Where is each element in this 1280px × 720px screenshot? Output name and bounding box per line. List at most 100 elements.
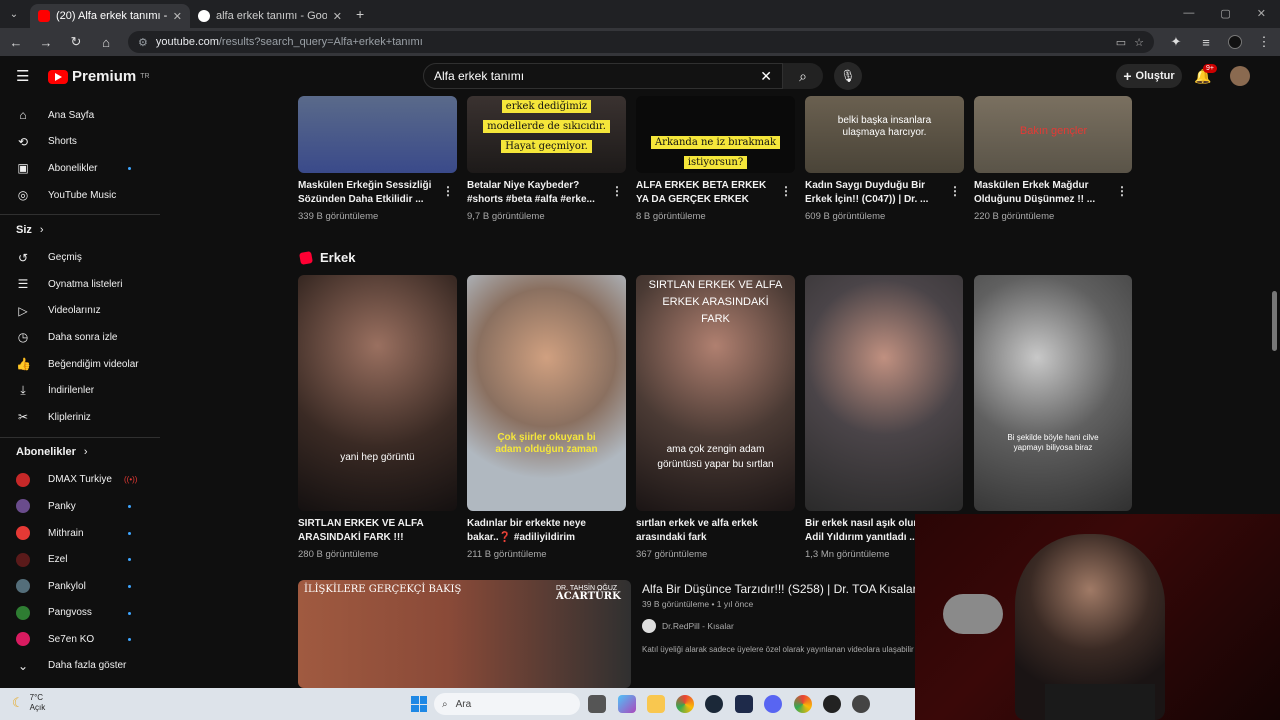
profile-avatar[interactable] (1228, 35, 1242, 49)
maximize-icon[interactable]: ▢ (1220, 7, 1230, 20)
start-button[interactable] (411, 696, 427, 712)
steam-icon[interactable] (705, 695, 723, 713)
voice-search-button[interactable]: 🎙 (834, 62, 862, 90)
sidebar-item-clips[interactable]: ✂ Klipleriniz (0, 404, 160, 431)
short-thumbnail[interactable]: SIRTLAN ERKEK VE ALFA ERKEK ARASINDAKİ F… (636, 275, 795, 511)
taskbar-search[interactable]: ⌕ Ara (434, 693, 580, 715)
task-view-icon[interactable] (588, 695, 606, 713)
discord-icon[interactable] (764, 695, 782, 713)
more-options-icon[interactable]: ⋮ (442, 184, 454, 198)
home-icon[interactable]: ⌂ (98, 35, 114, 50)
short-thumbnail[interactable]: belki başka insanlara ulaşmaya harcıyor. (805, 96, 964, 173)
clear-search-icon[interactable]: ✕ (760, 68, 772, 85)
hamburger-menu-icon[interactable]: ☰ (16, 67, 29, 85)
close-icon[interactable]: ✕ (173, 10, 182, 23)
tab-youtube[interactable]: (20) Alfa erkek tanımı - YouTube ✕ (30, 4, 190, 28)
sidebar-sub-panky[interactable]: Panky (0, 493, 160, 520)
youtube-logo[interactable]: Premium TR (48, 68, 150, 85)
video-title[interactable]: Alfa Bir Düşünce Tarzıdır!!! (S258) | Dr… (642, 582, 917, 596)
video-title[interactable]: Kadınlar bir erkekte neye bakar..❓ #adili… (467, 517, 586, 545)
notification-count-badge: 9+ (1203, 64, 1217, 73)
more-options-icon[interactable]: ⋮ (949, 184, 961, 198)
sidebar-you-header[interactable]: Siz › (0, 214, 160, 244)
sidebar-subscriptions-header[interactable]: Abonelikler › (0, 436, 160, 467)
tab-search-button[interactable]: ⌄ (4, 9, 24, 20)
sidebar-sub-dmax[interactable]: DMAX Turkiye ((•)) (0, 467, 160, 494)
search-button[interactable]: ⌕ (783, 63, 823, 89)
minimize-icon[interactable]: — (1183, 7, 1194, 20)
chrome-icon[interactable] (676, 695, 694, 713)
short-thumbnail[interactable] (298, 96, 457, 173)
sidebar-item-music[interactable]: ◎ YouTube Music (0, 182, 160, 209)
bookmark-star-icon[interactable]: ☆ (1134, 36, 1144, 49)
thumb-overlay-text: İLİŞKİLERE GERÇEKÇİ BAKIŞ (304, 584, 462, 595)
sidebar-item-playlists[interactable]: ☰ Oynatma listeleri (0, 271, 160, 298)
sidebar-item-home[interactable]: ⌂ Ana Sayfa (0, 102, 160, 129)
obs-icon[interactable] (823, 695, 841, 713)
copilot-icon[interactable] (618, 695, 636, 713)
search-input[interactable] (434, 69, 755, 83)
sidebar-show-more[interactable]: ⌄ Daha fazla göster (0, 653, 160, 680)
sidebar-sub-ezel[interactable]: Ezel (0, 546, 160, 573)
video-title[interactable]: ALFA ERKEK BETA ERKEK YA DA GERÇEK ERKEK (636, 179, 766, 207)
new-content-dot (128, 558, 131, 562)
more-options-icon[interactable]: ⋮ (611, 184, 623, 198)
app-icon[interactable] (852, 695, 870, 713)
sidebar-item-subscriptions[interactable]: ▣ Abonelikler (0, 155, 160, 182)
new-tab-button[interactable]: + (356, 6, 364, 22)
short-thumbnail[interactable]: yani hep görüntü (298, 275, 457, 511)
scrollbar-thumb[interactable] (1272, 291, 1277, 351)
site-info-icon[interactable]: ⚙ (138, 36, 148, 49)
short-thumbnail[interactable]: Bakın gençler (974, 96, 1132, 173)
chrome-active-icon[interactable] (794, 695, 812, 713)
short-thumbnail[interactable] (805, 275, 963, 511)
video-title[interactable]: Maskülen Erkeğin Sessizliği Sözünden Daha… (298, 179, 431, 207)
short-thumbnail[interactable]: Çok şiirler okuyan bi adam olduğun zaman (467, 275, 626, 511)
menu-kebab-icon[interactable]: ⋮ (1256, 34, 1272, 50)
address-bar[interactable]: ⚙ youtube.com/results?search_query=Alfa+… (128, 31, 1154, 53)
video-title[interactable]: Maskülen Erkek Mağdur Olduğunu Düşünmez !… (974, 179, 1095, 207)
sidebar-item-label: Geçmiş (48, 252, 82, 264)
sidebar-item-shorts[interactable]: ⟲ Shorts (0, 129, 160, 156)
sidebar-item-history[interactable]: ↺ Geçmiş (0, 244, 160, 271)
close-window-icon[interactable]: ✕ (1257, 7, 1266, 20)
sidebar-sub-pankylol[interactable]: Pankylol (0, 573, 160, 600)
browser-nav-bar: ← → ↻ ⌂ ⚙ youtube.com/results?search_que… (0, 28, 1280, 56)
back-icon[interactable]: ← (8, 35, 24, 50)
sidebar-item-downloads[interactable]: ⤓ İndirilenler (0, 377, 160, 404)
sidebar-item-label: YouTube Music (48, 189, 117, 201)
video-thumbnail[interactable]: İLİŞKİLERE GERÇEKÇİ BAKIŞ DR. TAHSİN OĞU… (298, 580, 631, 688)
more-options-icon[interactable]: ⋮ (1116, 184, 1128, 198)
weather-widget[interactable]: ☾ 7°C Açık (12, 693, 45, 713)
video-title[interactable]: SIRTLAN ERKEK VE ALFA ARASINDAKİ FARK !!! (298, 517, 424, 545)
video-title[interactable]: sırtlan erkek ve alfa erkek arasındaki fa… (636, 517, 758, 545)
video-title[interactable]: Kadın Saygı Duyduğu Bir Erkek İçin!! (C04… (805, 179, 928, 207)
sidebar-sub-se7enko[interactable]: Se7en KO (0, 626, 160, 653)
account-avatar[interactable] (1230, 66, 1250, 86)
file-explorer-icon[interactable] (647, 695, 665, 713)
cast-icon[interactable]: ▭ (1116, 36, 1126, 49)
create-button[interactable]: + Oluştur (1116, 64, 1182, 88)
sidebar-sub-mithrain[interactable]: Mithrain (0, 520, 160, 547)
reload-icon[interactable]: ↻ (68, 34, 84, 50)
short-thumbnail[interactable]: erkek dediğimiz modellerde de sıkıcıdır.… (467, 96, 626, 173)
view-count: 9,7 B görüntüleme (467, 211, 545, 222)
sidebar-sub-pangvoss[interactable]: Pangvoss (0, 600, 160, 627)
short-thumbnail[interactable]: Bi şekilde böyle hani cilve yapmayı bili… (974, 275, 1132, 511)
view-count: 280 B görüntüleme (298, 549, 379, 560)
video-title[interactable]: Bir erkek nasıl aşık olur Adil Yıldırım y… (805, 517, 918, 545)
short-thumbnail[interactable]: Arkanda ne iz bırakmak istiyorsun? (636, 96, 795, 173)
sidebar-item-liked[interactable]: 👍 Beğendiğim videolar (0, 351, 160, 378)
tab-google[interactable]: alfa erkek tanımı - Google'da Ara ✕ (190, 4, 350, 28)
close-icon[interactable]: ✕ (333, 10, 342, 23)
channel-link[interactable]: Dr.RedPill - Kısalar (642, 619, 734, 633)
sidebar-item-watch-later[interactable]: ◷ Daha sonra izle (0, 324, 160, 351)
video-title[interactable]: Betalar Niye Kaybeder? #shorts #beta #alf… (467, 179, 595, 207)
forward-icon[interactable]: → (38, 35, 54, 50)
extensions-icon[interactable]: ✦ (1168, 34, 1184, 50)
app-icon[interactable] (735, 695, 753, 713)
sidebar-item-your-videos[interactable]: ▷ Videolarınız (0, 298, 160, 325)
channel-avatar (16, 552, 30, 567)
media-icon[interactable]: ≡ (1198, 35, 1214, 50)
more-options-icon[interactable]: ⋮ (780, 184, 792, 198)
